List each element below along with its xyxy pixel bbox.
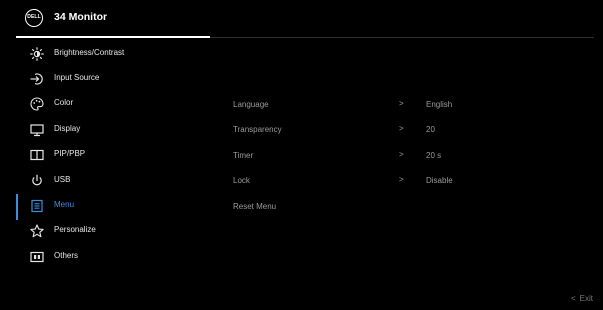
submenu-row-reset-menu[interactable]: Reset Menu (233, 199, 593, 217)
others-icon (30, 250, 44, 264)
header-divider-active (16, 36, 210, 38)
menu-item-color[interactable]: Color (0, 92, 220, 118)
menu-item-label: Others (54, 251, 79, 260)
dell-logo: DELL (25, 9, 43, 27)
row-value: 20 (426, 125, 435, 134)
star-icon (30, 224, 44, 238)
row-value: English (426, 100, 453, 109)
menu-item-display[interactable]: Display (0, 118, 220, 144)
menu-item-others[interactable]: Others (0, 245, 220, 271)
row-label: Reset Menu (233, 202, 277, 211)
exit-button[interactable]: < Exit (567, 294, 593, 303)
menu-item-label: Color (54, 98, 74, 107)
row-value: Disable (426, 176, 453, 185)
row-label: Language (233, 100, 269, 109)
chevron-right-icon: > (399, 150, 404, 159)
submenu-row-transparency[interactable]: Transparency > 20 (233, 122, 593, 140)
row-label: Lock (233, 176, 250, 185)
chevron-left-icon: < (570, 294, 576, 303)
menu-item-label: Personalize (54, 225, 96, 234)
color-icon (30, 97, 44, 111)
menu-item-brightness-contrast[interactable]: Brightness/Contrast (0, 42, 220, 68)
submenu-row-timer[interactable]: Timer > 20 s (233, 148, 593, 166)
row-label: Transparency (233, 125, 282, 134)
menu-item-label: Menu (54, 200, 75, 209)
menu-item-label: USB (54, 175, 71, 184)
monitor-title: 34 Monitor (54, 11, 108, 23)
row-label: Timer (233, 151, 254, 160)
menu-icon (30, 199, 44, 213)
osd-header: DELL 34 Monitor (0, 0, 603, 37)
menu-item-label: PIP/PBP (54, 149, 86, 158)
row-value: 20 s (426, 151, 442, 160)
menu-item-personalize[interactable]: Personalize (0, 219, 220, 245)
exit-label: Exit (579, 294, 593, 303)
submenu-row-lock[interactable]: Lock > Disable (233, 173, 593, 191)
chevron-right-icon: > (399, 124, 404, 133)
menu-item-pip-pbp[interactable]: PIP/PBP (0, 143, 220, 169)
menu-item-usb[interactable]: USB (0, 169, 220, 195)
brightness-icon (30, 47, 44, 61)
chevron-right-icon: > (399, 99, 404, 108)
chevron-right-icon: > (399, 175, 404, 184)
pip-pbp-icon (30, 148, 44, 162)
active-indicator (16, 194, 18, 220)
menu-item-menu[interactable]: Menu (0, 194, 220, 220)
display-icon (30, 123, 44, 137)
menu-item-label: Input Source (54, 73, 100, 82)
submenu-row-language[interactable]: Language > English (233, 97, 593, 115)
menu-item-label: Brightness/Contrast (54, 48, 125, 57)
menu-item-input-source[interactable]: Input Source (0, 67, 220, 93)
input-source-icon (30, 72, 44, 86)
menu-item-label: Display (54, 124, 81, 133)
usb-icon (30, 174, 44, 188)
